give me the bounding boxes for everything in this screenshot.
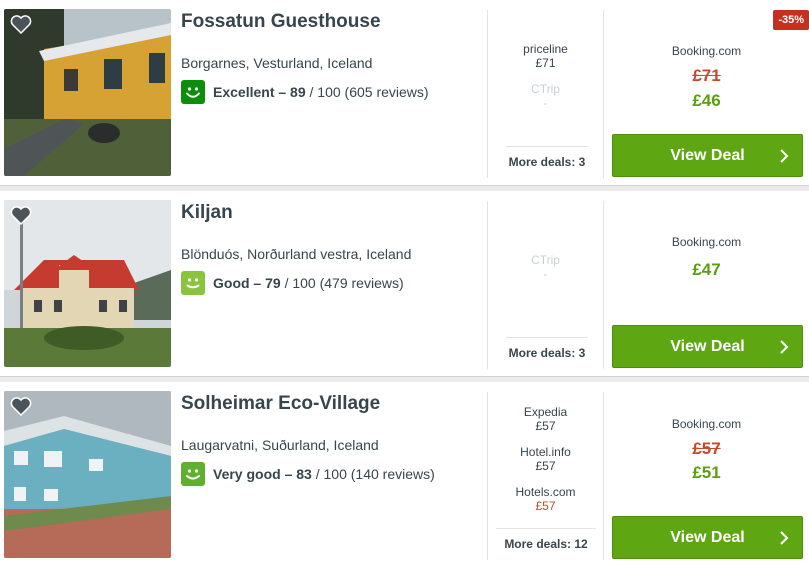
best-deal-site: Booking.com: [671, 235, 742, 249]
rating-details: / 100 (140 reviews): [311, 466, 435, 482]
deal-item[interactable]: Hotel.info £57: [488, 445, 603, 473]
view-deal-label: View Deal: [670, 528, 745, 546]
favorite-heart-icon[interactable]: [10, 396, 32, 416]
rating-label: Good – 79: [213, 275, 281, 291]
smiley-icon-excellent: [181, 80, 205, 104]
rating-details: / 100 (479 reviews): [280, 275, 404, 291]
view-deal-button[interactable]: View Deal: [612, 134, 803, 177]
new-price: £47: [692, 260, 721, 279]
deal-price: -: [543, 267, 548, 281]
deal-price: £71: [535, 56, 556, 70]
hotel-location: Blönduós, Norðurland vestra, Iceland: [181, 246, 412, 262]
new-price: £51: [692, 463, 721, 482]
chevron-right-icon: [780, 531, 789, 545]
deal-item[interactable]: CTrip -: [488, 253, 603, 281]
hotel-photo[interactable]: [4, 9, 171, 176]
hotel-info: Solheimar Eco-Village Laugarvatni, Suður…: [181, 382, 481, 567]
hotel-photo[interactable]: [4, 391, 171, 558]
view-deal-label: View Deal: [670, 146, 745, 164]
hotel-name[interactable]: Kiljan: [181, 202, 233, 224]
more-deals-link[interactable]: More deals: 12: [496, 528, 596, 551]
new-price: £46: [692, 91, 721, 110]
best-deal: Booking.com £57 £51 View Deal: [604, 382, 809, 567]
favorite-heart-icon[interactable]: [10, 205, 32, 225]
deal-site: CTrip: [531, 253, 560, 267]
discount-badge: -35%: [773, 10, 809, 30]
deal-item[interactable]: Expedia £57: [488, 405, 603, 433]
hotel-card: Solheimar Eco-Village Laugarvatni, Suður…: [0, 382, 809, 567]
hotel-card: Kiljan Blönduós, Norðurland vestra, Icel…: [0, 191, 809, 377]
chevron-right-icon: [780, 340, 789, 354]
hotel-location: Laugarvatni, Suðurland, Iceland: [181, 437, 379, 453]
chevron-right-icon: [780, 149, 789, 163]
deal-site: CTrip: [531, 82, 560, 96]
hotel-info: Kiljan Blönduós, Norðurland vestra, Icel…: [181, 191, 481, 376]
other-deals: priceline £71 CTrip - More deals: 3: [488, 0, 603, 185]
deal-price: £57: [535, 419, 556, 433]
more-deals-link[interactable]: More deals: 3: [506, 146, 588, 169]
deal-price: £57: [535, 499, 556, 513]
view-deal-button[interactable]: View Deal: [612, 516, 803, 559]
best-deal-site: Booking.com: [671, 417, 742, 431]
hotel-photo[interactable]: [4, 200, 171, 367]
deal-site: Expedia: [523, 405, 568, 419]
deal-site: priceline: [523, 42, 568, 56]
hotel-name[interactable]: Fossatun Guesthouse: [181, 11, 381, 33]
deal-site: Hotel.info: [520, 445, 571, 459]
other-deals: CTrip - More deals: 3: [488, 191, 603, 376]
rating-label: Very good – 83: [213, 466, 312, 482]
deal-site: Hotels.com: [515, 485, 576, 499]
hotel-location: Borgarnes, Vesturland, Iceland: [181, 55, 373, 71]
more-deals-link[interactable]: More deals: 3: [506, 337, 588, 360]
old-price: £71: [692, 66, 721, 85]
hotel-info: Fossatun Guesthouse Borgarnes, Vesturlan…: [181, 0, 481, 185]
other-deals: Expedia £57 Hotel.info £57 Hotels.com £5…: [488, 382, 603, 567]
favorite-heart-icon[interactable]: [10, 14, 32, 34]
view-deal-label: View Deal: [670, 337, 745, 355]
rating: Good – 79 / 100 (479 reviews): [181, 271, 404, 295]
smiley-icon-good: [181, 271, 205, 295]
rating: Very good – 83 / 100 (140 reviews): [181, 462, 435, 486]
hotel-name[interactable]: Solheimar Eco-Village: [181, 393, 380, 415]
old-price: £57: [692, 439, 721, 458]
deal-item[interactable]: CTrip -: [488, 82, 603, 110]
best-deal: Booking.com £47 View Deal: [604, 191, 809, 376]
smiley-icon-very-good: [181, 462, 205, 486]
view-deal-button[interactable]: View Deal: [612, 325, 803, 368]
deal-price: £57: [535, 459, 556, 473]
deal-price: -: [543, 96, 548, 110]
deal-item[interactable]: Hotels.com £57: [488, 485, 603, 513]
hotel-card: Fossatun Guesthouse Borgarnes, Vesturlan…: [0, 0, 809, 186]
best-deal: -35% Booking.com £71 £46 View Deal: [604, 0, 809, 185]
rating-label: Excellent – 89: [213, 84, 306, 100]
rating-details: / 100 (605 reviews): [305, 84, 429, 100]
rating: Excellent – 89 / 100 (605 reviews): [181, 80, 429, 104]
best-deal-site: Booking.com: [671, 44, 742, 58]
deal-item[interactable]: priceline £71: [488, 42, 603, 70]
